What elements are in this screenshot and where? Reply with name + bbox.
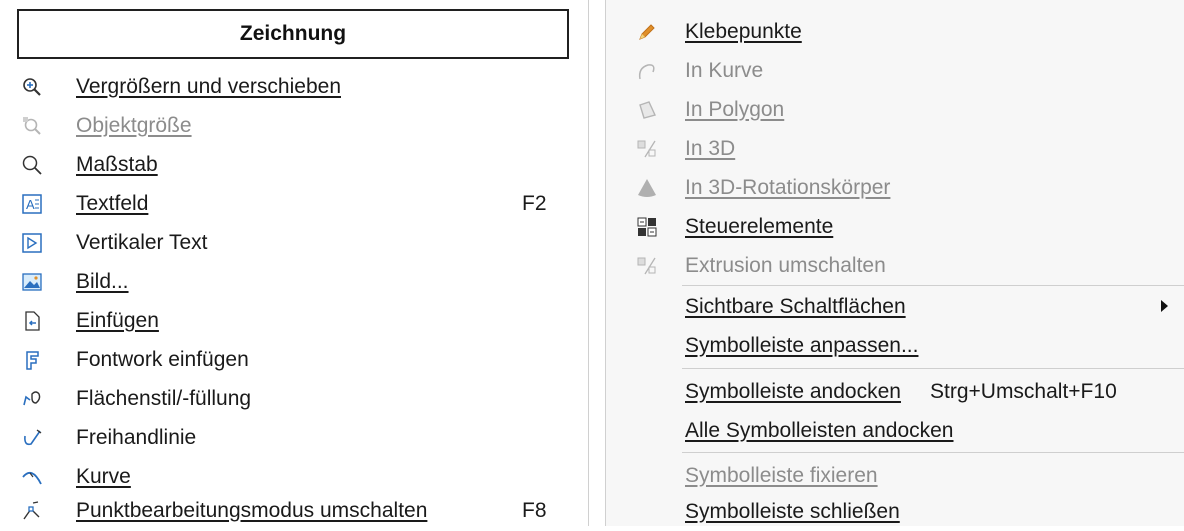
shortcut-label: F8 xyxy=(522,498,547,522)
menu-item-to-curve[interactable]: In Kurve xyxy=(606,51,1184,90)
menu-item-rotation-body[interactable]: In 3D-Rotationskörper xyxy=(606,168,1184,207)
menu-item-zoom[interactable]: Maßstab xyxy=(0,145,588,184)
svg-text:A: A xyxy=(26,197,35,212)
menu-item-label: Sichtbare Schaltflächen xyxy=(685,294,906,318)
menu-item-visible-buttons[interactable]: Sichtbare Schaltflächen xyxy=(606,287,1184,326)
to-3d-icon xyxy=(635,137,659,161)
text-box-icon: A xyxy=(20,192,44,216)
menu-item-extrusion[interactable]: Extrusion umschalten xyxy=(606,246,1184,285)
separator xyxy=(682,452,1184,453)
zoom-pan-icon xyxy=(20,75,44,99)
menu-item-label: Freihandlinie xyxy=(76,425,197,449)
menu-item-label: Symbolleiste fixieren xyxy=(685,463,878,487)
area-fill-icon xyxy=(20,387,44,411)
rotation-body-icon xyxy=(635,176,659,200)
menu-header: Zeichnung xyxy=(17,9,569,59)
menu-item-area-fill[interactable]: Flächenstil/-füllung xyxy=(0,379,588,418)
image-icon xyxy=(20,270,44,294)
menu-item-vertical-text[interactable]: Vertikaler Text xyxy=(0,223,588,262)
menu-item-zoom-pan[interactable]: Vergrößern und verschieben xyxy=(0,67,588,106)
menu-item-label: In Polygon xyxy=(685,97,785,121)
glue-points-icon xyxy=(635,20,659,44)
menu-item-text-box[interactable]: A Textfeld F2 xyxy=(0,184,588,223)
menu-item-close-toolbar[interactable]: Symbolleiste schließen xyxy=(606,492,1184,531)
menu-item-label: In Kurve xyxy=(685,58,764,82)
menu-item-label: Bild... xyxy=(76,269,129,293)
fontwork-icon xyxy=(20,348,44,372)
form-controls-icon xyxy=(635,215,659,239)
object-zoom-icon xyxy=(20,114,44,138)
menu-item-label: Symbolleiste anpassen... xyxy=(685,333,919,357)
menu-item-label: Symbolleiste schließen xyxy=(685,499,900,523)
menu-item-label: Steuerelemente xyxy=(685,214,834,238)
menu-item-label: Vertikaler Text xyxy=(76,230,208,254)
menu-item-label: Extrusion umschalten xyxy=(685,253,886,277)
separator xyxy=(682,285,1184,286)
shortcut-label: F2 xyxy=(522,191,547,215)
drawing-toolbar-menu: Zeichnung Vergrößern und verschieben Obj… xyxy=(0,0,589,526)
menu-item-to-3d[interactable]: In 3D xyxy=(606,129,1184,168)
insert-icon xyxy=(20,309,44,333)
menu-item-label: Einfügen xyxy=(76,308,159,332)
menu-item-label: Alle Symbolleisten andocken xyxy=(685,418,954,442)
menu-item-label: Fontwork einfügen xyxy=(76,347,249,371)
menu-item-insert[interactable]: Einfügen xyxy=(0,301,588,340)
menu-item-dock-toolbar[interactable]: Symbolleiste andocken Strg+Umschalt+F10 xyxy=(606,372,1184,411)
menu-item-label: Symbolleiste andocken xyxy=(685,379,901,403)
menu-item-label: Maßstab xyxy=(76,152,158,176)
menu-item-object-zoom[interactable]: Objektgröße xyxy=(0,106,588,145)
menu-item-label: Punktbearbeitungsmodus umschalten xyxy=(76,498,428,522)
menu-item-label: Textfeld xyxy=(76,191,149,215)
menu-item-fontwork[interactable]: Fontwork einfügen xyxy=(0,340,588,379)
menu-item-glue-points[interactable]: Klebepunkte xyxy=(606,12,1184,51)
menu-item-label: Klebepunkte xyxy=(685,19,802,43)
menu-item-customize-toolbar[interactable]: Symbolleiste anpassen... xyxy=(606,326,1184,365)
menu-item-dock-all-toolbars[interactable]: Alle Symbolleisten andocken xyxy=(606,411,1184,450)
menu-item-freehand-line[interactable]: Freihandlinie xyxy=(0,418,588,457)
shortcut-label: Strg+Umschalt+F10 xyxy=(930,379,1117,403)
curve-icon xyxy=(20,465,44,489)
to-polygon-icon xyxy=(635,98,659,122)
zoom-icon xyxy=(20,153,44,177)
menu-item-label: Vergrößern und verschieben xyxy=(76,74,341,98)
to-curve-icon xyxy=(635,59,659,83)
menu-item-label: In 3D-Rotationskörper xyxy=(685,175,891,199)
submenu-arrow-icon xyxy=(1161,300,1168,312)
vertical-text-icon xyxy=(20,231,44,255)
menu-item-edit-points[interactable]: Punktbearbeitungsmodus umschalten F8 xyxy=(0,491,588,530)
menu-item-label: In 3D xyxy=(685,136,736,160)
extrusion-icon xyxy=(635,254,659,278)
edit-points-icon xyxy=(20,499,44,523)
separator xyxy=(682,368,1184,369)
menu-item-label: Objektgröße xyxy=(76,113,192,137)
freehand-line-icon xyxy=(20,426,44,450)
menu-item-label: Flächenstil/-füllung xyxy=(76,386,252,410)
toolbar-context-menu: Klebepunkte In Kurve In Polygon In 3D In… xyxy=(605,0,1184,526)
menu-item-to-polygon[interactable]: In Polygon xyxy=(606,90,1184,129)
menu-item-lock-toolbar[interactable]: Symbolleiste fixieren xyxy=(606,456,1184,495)
menu-item-form-controls[interactable]: Steuerelemente xyxy=(606,207,1184,246)
menu-item-image[interactable]: Bild... xyxy=(0,262,588,301)
menu-item-label: Kurve xyxy=(76,464,131,488)
